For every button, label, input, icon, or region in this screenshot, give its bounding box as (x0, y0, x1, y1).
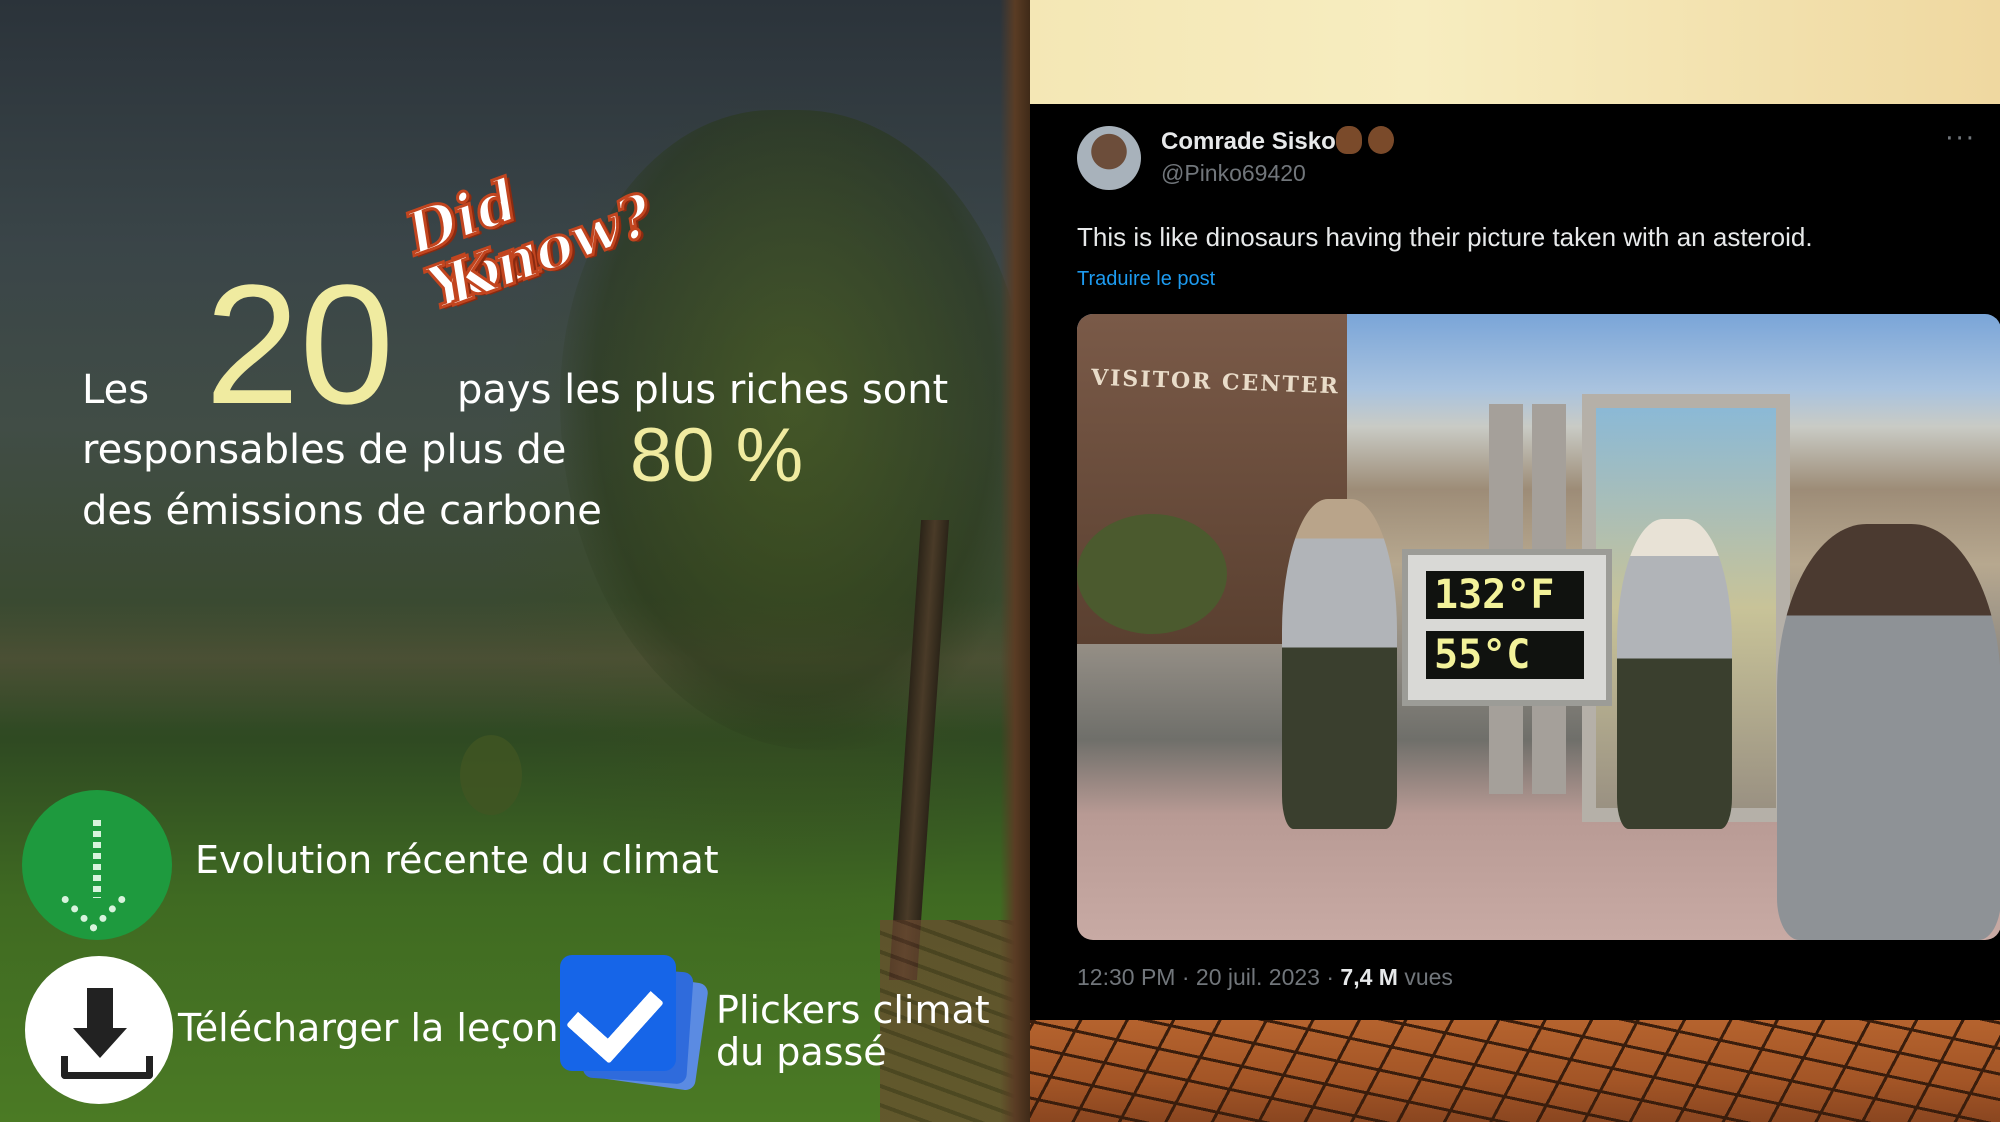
tweet-photo[interactable]: VISITOR CENTER 132°F 55°C (1077, 314, 2000, 940)
tweet-text: This is like dinosaurs having their pict… (1077, 222, 1813, 252)
ranger-right (1617, 519, 1732, 829)
views-label: vues (1397, 964, 1453, 990)
fact-line3: des émissions de carbone (82, 488, 602, 534)
fact-number: 20 (205, 250, 395, 440)
sky-strip (1030, 0, 2000, 104)
card-front (560, 955, 676, 1071)
climate-evolution-button[interactable] (22, 790, 172, 940)
more-options-icon[interactable]: ··· (1945, 124, 1976, 154)
checkmark-icon (566, 964, 664, 1064)
climate-evolution-link[interactable]: Evolution récente du climat (195, 838, 719, 884)
fact-prefix: Les (82, 367, 150, 413)
small-tree-illustration (460, 735, 522, 815)
fact-percent: 80 % (630, 413, 804, 498)
shrub (1077, 514, 1227, 634)
tweet-meta: 12:30 PM · 20 juil. 2023 · 7,4 M vues (1077, 964, 1453, 991)
arrow-head (60, 866, 127, 933)
download-lesson-link[interactable]: Télécharger la leçon (178, 1006, 559, 1052)
bark-edge-illustration (1000, 0, 1030, 1122)
display-name[interactable]: Comrade Sisko (1161, 128, 1336, 156)
separator: · (1319, 964, 1341, 990)
download-tray (61, 1056, 153, 1079)
raised-fist-icon (1368, 126, 1394, 154)
lesson-slide-panel: Did You Know? Les 20 pays les plus riche… (0, 0, 1030, 1122)
fahrenheit-reading: 132°F (1426, 571, 1584, 619)
plickers-link-line2[interactable]: du passé (716, 1030, 887, 1076)
ranger-left (1282, 499, 1397, 829)
translate-link[interactable]: Traduire le post (1077, 268, 1215, 291)
fact-line2: responsables de plus de (82, 427, 567, 473)
download-arrow-head (73, 1028, 127, 1058)
celsius-reading: 55°C (1426, 631, 1584, 679)
separator: · (1175, 964, 1196, 990)
avatar[interactable] (1077, 126, 1141, 190)
thermometer-display: 132°F 55°C (1402, 549, 1612, 706)
user-handle[interactable]: @Pinko69420 (1161, 160, 1306, 187)
view-count: 7,4 M (1340, 964, 1398, 990)
tweet-card: Comrade Sisko @Pinko69420 ··· This is li… (1046, 104, 2000, 1020)
tweet-date[interactable]: 20 juil. 2023 (1196, 964, 1320, 990)
plickers-link-line1[interactable]: Plickers climat (716, 988, 990, 1034)
raised-hand-icon (1336, 126, 1362, 154)
checkbox-cards-icon[interactable] (560, 955, 710, 1095)
visitor-center-sign: VISITOR CENTER (1090, 364, 1341, 400)
download-lesson-button[interactable] (25, 956, 173, 1104)
photographer (1777, 524, 2000, 940)
fact-line1: pays les plus riches sont (457, 367, 949, 413)
cracked-earth-strip (1030, 1020, 2000, 1122)
tweet-panel: Comrade Sisko @Pinko69420 ··· This is li… (1030, 0, 2000, 1122)
tweet-time[interactable]: 12:30 PM (1077, 964, 1175, 990)
